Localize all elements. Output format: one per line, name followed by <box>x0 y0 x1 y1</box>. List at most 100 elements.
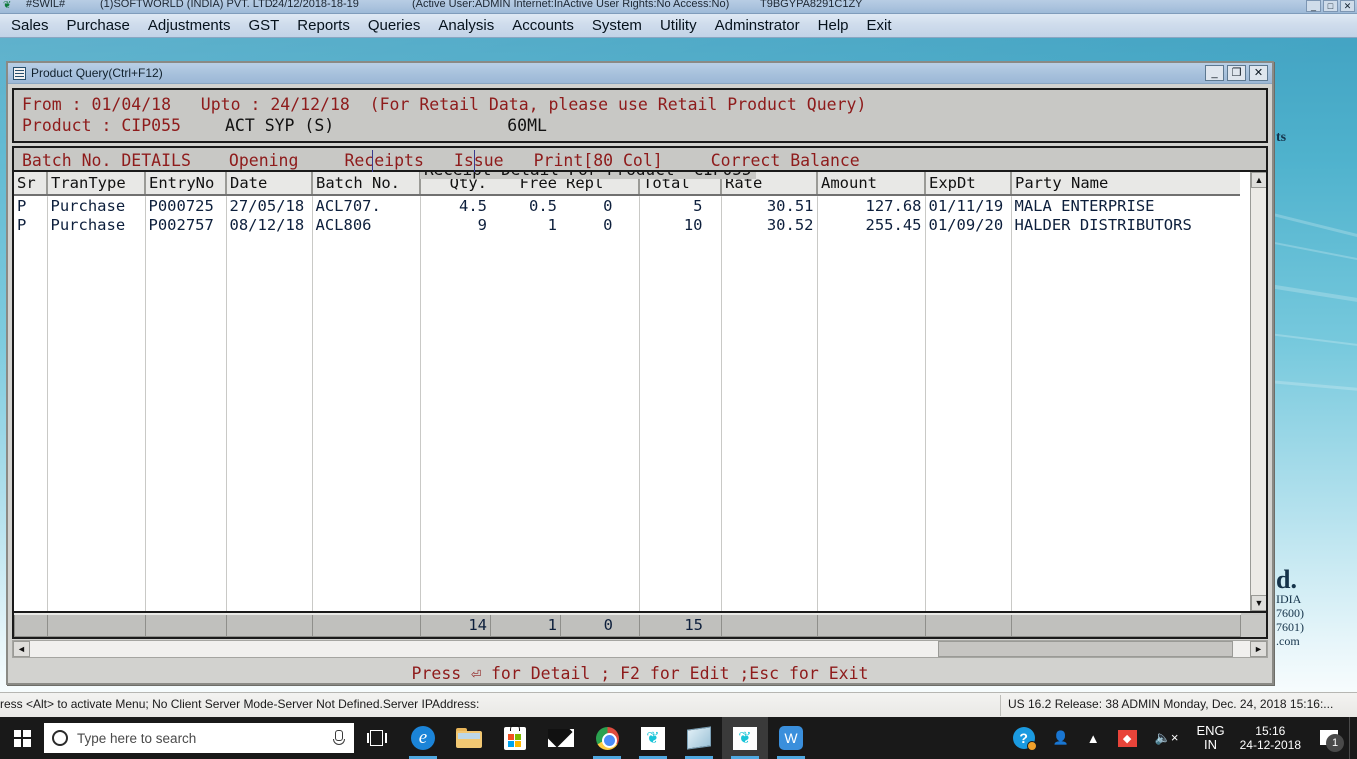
toolbar-batch-details[interactable]: Batch No. DETAILS <box>22 151 191 170</box>
grid-caption: Receipt Detail For Product CIP055 <box>420 172 756 179</box>
cell-amount: 255.45 <box>817 215 926 235</box>
grid-horizontal-scrollbar[interactable]: ◄ ► <box>12 640 1268 658</box>
menu-item-utility[interactable]: Utility <box>651 15 706 36</box>
table-row[interactable]: P Purchase P002757 08/12/18 ACL806 9 1 0… <box>14 215 1240 235</box>
product-query-titlebar[interactable]: Product Query(Ctrl+F12) _ ❐ ✕ <box>8 63 1272 84</box>
minimize-button[interactable]: _ <box>1205 65 1224 81</box>
wallpaper-text-fragment: 7600) <box>1276 606 1304 620</box>
microphone-icon[interactable] <box>330 729 346 747</box>
total-cell-expdt <box>925 613 1012 637</box>
col-header-sr[interactable]: Sr <box>14 172 48 196</box>
taskbar-item-mail[interactable] <box>538 717 584 759</box>
toolbar-correct-balance[interactable]: Correct Balance <box>663 151 860 170</box>
gstin-number: T9BGYPA8291C1ZY <box>760 0 863 10</box>
hscroll-thumb[interactable] <box>938 641 1233 657</box>
scroll-down-arrow-icon[interactable]: ▼ <box>1251 595 1266 611</box>
taskbar-item-notepad[interactable] <box>676 717 722 759</box>
grid-vertical-scrollbar[interactable]: ▲ ▼ <box>1250 172 1266 611</box>
col-header-entryno[interactable]: EntryNo <box>145 172 227 196</box>
menu-item-gst[interactable]: GST <box>239 15 288 36</box>
close-button[interactable]: ✕ <box>1249 65 1268 81</box>
taskbar-item-chrome[interactable] <box>584 717 630 759</box>
search-input[interactable]: Type here to search <box>44 723 354 753</box>
cell-batch: ACL806 <box>312 215 421 235</box>
app-close-button[interactable]: ✕ <box>1340 0 1355 12</box>
menu-item-queries[interactable]: Queries <box>359 15 430 36</box>
menu-item-adjustments[interactable]: Adjustments <box>139 15 240 36</box>
menu-item-purchase[interactable]: Purchase <box>58 15 139 36</box>
chrome-icon <box>595 726 619 750</box>
toolbar-issue[interactable]: Issue <box>424 151 504 170</box>
scroll-right-arrow-icon[interactable]: ► <box>1250 641 1267 657</box>
cell-repl: 0 <box>560 195 640 215</box>
app-maximize-button[interactable]: □ <box>1323 0 1338 12</box>
help-icon: ? <box>1012 727 1037 751</box>
menu-item-adminstrator[interactable]: Adminstrator <box>706 15 809 36</box>
col-header-date[interactable]: Date <box>226 172 313 196</box>
toolbar-opening[interactable]: Opening <box>191 151 299 170</box>
task-view-icon <box>367 730 387 746</box>
tray-get-help-button[interactable]: ? <box>1004 727 1044 751</box>
cell-free: 0.5 <box>490 195 560 215</box>
tray-language-button[interactable]: ENG IN <box>1187 724 1233 752</box>
col-header-batch-no[interactable]: Batch No. <box>312 172 421 196</box>
status-divider <box>1000 695 1001 716</box>
show-desktop-button[interactable] <box>1349 717 1357 759</box>
toolbar-print-80col[interactable]: Print[80 Col] <box>504 151 663 170</box>
menu-item-reports[interactable]: Reports <box>288 15 359 36</box>
system-tray: ? 👤 ▲ ◆ 🔈× ENG IN 15:16 24-12-2018 1 <box>1004 717 1357 759</box>
cell-party: MALA ENTERPRISE <box>1011 195 1240 215</box>
action-center-button[interactable]: 1 <box>1311 729 1349 752</box>
taskbar-item-swil[interactable]: ❦ <box>630 717 676 759</box>
taskbar-item-wps-writer[interactable]: W <box>768 717 814 759</box>
status-left-text: ress <Alt> to activate Menu; No Client S… <box>0 697 480 711</box>
start-button[interactable] <box>0 717 44 759</box>
menu-item-help[interactable]: Help <box>809 15 858 36</box>
tray-volume-button[interactable]: 🔈× <box>1146 730 1188 746</box>
cell-date: 27/05/18 <box>226 195 313 215</box>
cell-sr: P <box>14 195 48 215</box>
col-header-party-name[interactable]: Party Name <box>1011 172 1240 196</box>
edge-icon: e <box>411 726 435 750</box>
people-icon: 👤 <box>1052 730 1069 745</box>
taskbar-item-swil-active[interactable]: ❦ <box>722 717 768 759</box>
taskbar-clock[interactable]: 15:16 24-12-2018 <box>1234 724 1311 752</box>
store-bag-icon <box>504 723 526 750</box>
volume-muted-icon: 🔈× <box>1154 730 1179 745</box>
menu-item-exit[interactable]: Exit <box>858 15 901 36</box>
grid-column-divider <box>47 197 48 611</box>
maximize-button[interactable]: ❐ <box>1227 65 1246 81</box>
cell-entryno: P002757 <box>145 215 227 235</box>
col-header-expdt[interactable]: ExpDt <box>925 172 1012 196</box>
cell-rate: 30.51 <box>721 195 818 215</box>
menu-item-sales[interactable]: Sales <box>2 15 58 36</box>
scroll-up-arrow-icon[interactable]: ▲ <box>1251 172 1266 188</box>
taskbar-item-microsoft-store[interactable] <box>492 717 538 759</box>
taskbar-item-edge[interactable]: e <box>400 717 446 759</box>
taskbar-item-file-explorer[interactable] <box>446 717 492 759</box>
mail-envelope-icon <box>548 729 574 747</box>
tray-expand-button[interactable]: ▲ <box>1078 731 1109 746</box>
tray-people-button[interactable]: 👤 <box>1044 730 1078 746</box>
scroll-left-arrow-icon[interactable]: ◄ <box>13 641 30 657</box>
windows-logo-icon <box>13 729 31 747</box>
menu-item-system[interactable]: System <box>583 15 651 36</box>
os-status-bar: ress <Alt> to activate Menu; No Client S… <box>0 692 1357 717</box>
col-header-trantype[interactable]: TranType <box>47 172 146 196</box>
toolbar-actions: Batch No. DETAILS Opening Receipts Issue Pri… <box>22 150 1258 172</box>
total-cell-party <box>1011 613 1241 637</box>
total-cell-date <box>226 613 313 637</box>
toolbar-receipts[interactable]: Receipts <box>298 151 423 170</box>
swil-app-icon: ❦ <box>641 726 665 750</box>
menu-item-analysis[interactable]: Analysis <box>429 15 503 36</box>
wallpaper-text-fragment: IDIA <box>1276 592 1302 606</box>
col-header-amount[interactable]: Amount <box>817 172 926 196</box>
app-minimize-button[interactable]: _ <box>1306 0 1321 12</box>
tray-security-button[interactable]: ◆ <box>1109 729 1146 747</box>
window-title: Product Query(Ctrl+F12) <box>31 66 163 80</box>
table-row[interactable]: P Purchase P000725 27/05/18 ACL707. 4.5 … <box>14 195 1240 215</box>
cell-qty: 9 <box>420 215 490 235</box>
total-cell-batch <box>312 613 421 637</box>
task-view-button[interactable] <box>354 717 400 759</box>
menu-item-accounts[interactable]: Accounts <box>503 15 583 36</box>
